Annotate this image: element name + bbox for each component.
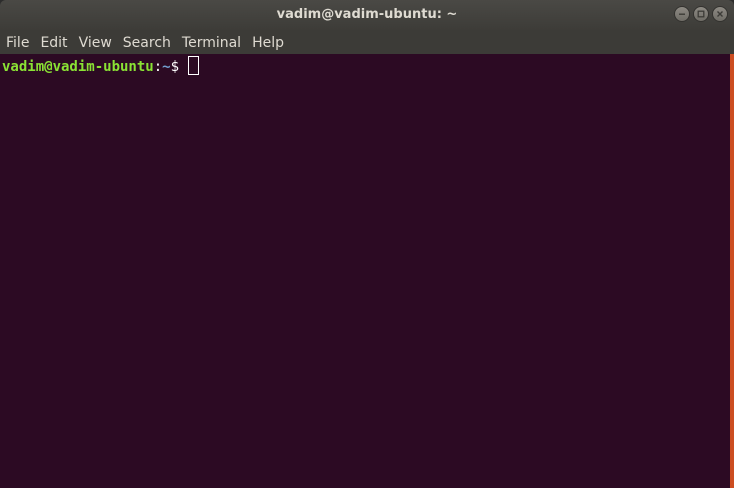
- close-icon: [717, 11, 723, 17]
- menu-view[interactable]: View: [75, 31, 116, 55]
- minimize-icon: [679, 13, 685, 15]
- close-button[interactable]: [712, 6, 728, 22]
- maximize-button[interactable]: [693, 6, 709, 22]
- menu-help[interactable]: Help: [248, 31, 288, 55]
- menu-bar: File Edit View Search Terminal Help: [0, 30, 734, 54]
- menu-edit[interactable]: Edit: [36, 31, 71, 55]
- terminal-window: vadim@vadim-ubuntu: ~ File Edit View Sea…: [0, 0, 734, 488]
- terminal-area[interactable]: vadim@vadim-ubuntu:~$: [0, 54, 730, 488]
- scrollbar[interactable]: [730, 54, 734, 488]
- text-cursor: [188, 56, 200, 75]
- window-title: vadim@vadim-ubuntu: ~: [276, 7, 458, 22]
- minimize-button[interactable]: [674, 6, 690, 22]
- window-controls: [674, 6, 728, 22]
- prompt-path: ~: [162, 59, 171, 75]
- title-bar[interactable]: vadim@vadim-ubuntu: ~: [0, 0, 734, 30]
- menu-file[interactable]: File: [2, 31, 33, 55]
- prompt-symbol: $: [170, 59, 188, 75]
- prompt-user: vadim@vadim-ubuntu: [2, 59, 154, 75]
- maximize-icon: [697, 10, 705, 18]
- prompt-colon: :: [153, 59, 163, 75]
- menu-search[interactable]: Search: [119, 31, 175, 55]
- menu-terminal[interactable]: Terminal: [178, 31, 245, 55]
